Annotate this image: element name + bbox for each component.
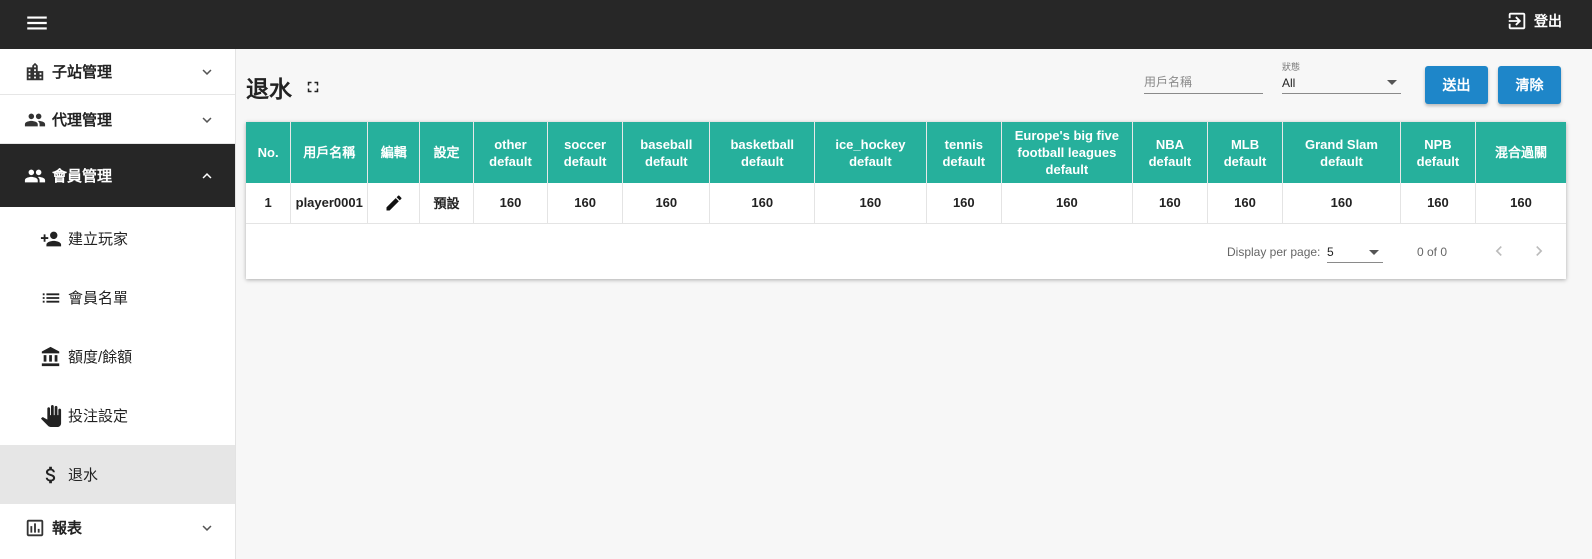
column-header[interactable]: Europe's big five football leagues defau… (1001, 122, 1133, 183)
rebate-table-card: No. 用戶名稱 編輯 設定 other default soccer defa… (246, 122, 1566, 279)
sidebar-item-label: 會員名單 (68, 290, 129, 307)
sidebar-item-credit-balance[interactable]: 額度/餘額 (0, 327, 235, 386)
column-header[interactable]: 用戶名稱 (290, 122, 369, 183)
row-username: player0001 (290, 183, 369, 224)
column-header[interactable]: NBA default (1132, 122, 1208, 183)
rebate-value: 160 (709, 183, 816, 224)
column-header[interactable]: tennis default (926, 122, 1002, 183)
logout-icon (1508, 12, 1526, 30)
page-title: 退水 (246, 76, 292, 102)
sidebar-group-label: 報表 (52, 520, 83, 537)
rebate-value: 160 (1132, 183, 1208, 224)
hand-icon (40, 404, 62, 427)
clear-button[interactable]: 清除 (1498, 66, 1561, 104)
chevron-down-icon (202, 68, 212, 75)
sidebar-group-subsite[interactable]: 子站管理 (0, 49, 235, 95)
column-header[interactable]: other default (473, 122, 549, 183)
rebate-table: No. 用戶名稱 編輯 設定 other default soccer defa… (246, 122, 1566, 224)
edit-pencil-icon[interactable] (384, 193, 404, 213)
rebate-value: 160 (1282, 183, 1401, 224)
username-search-input[interactable] (1144, 70, 1263, 94)
sidebar-group-report[interactable]: 報表 (0, 502, 235, 552)
per-page-value: 5 (1327, 245, 1334, 259)
person-add-icon (40, 231, 62, 246)
people-icon (24, 113, 46, 126)
status-select-value: All (1282, 76, 1296, 90)
logout-button[interactable]: 登出 (1506, 8, 1562, 34)
column-header[interactable]: baseball default (622, 122, 711, 183)
bar-chart-icon (26, 519, 44, 536)
submit-button[interactable]: 送出 (1425, 66, 1488, 104)
sidebar-item-create-player[interactable]: 建立玩家 (0, 209, 235, 268)
hamburger-menu-icon[interactable] (24, 10, 50, 36)
dropdown-arrow-icon (1369, 250, 1379, 255)
per-page-select[interactable]: 5 (1327, 241, 1383, 263)
status-select[interactable]: All (1282, 72, 1401, 94)
sidebar: 子站管理 代理管理 會員管理 建立玩家 會員名單 額度/餘額 投注設定 退水 報… (0, 49, 236, 559)
bank-icon (41, 346, 60, 366)
rebate-value: 160 (547, 183, 624, 224)
column-header[interactable]: No. (246, 122, 292, 183)
row-setting: 預設 (419, 183, 474, 224)
table-header-row: No. 用戶名稱 編輯 設定 other default soccer defa… (246, 122, 1566, 183)
sidebar-group-label: 子站管理 (52, 64, 113, 81)
edit-cell (367, 183, 421, 224)
column-header[interactable]: NPB default (1400, 122, 1477, 183)
list-icon (42, 292, 60, 303)
sidebar-group-label: 代理管理 (52, 112, 113, 129)
sidebar-item-label: 建立玩家 (68, 231, 129, 248)
column-header[interactable]: 編輯 (367, 122, 421, 183)
sidebar-group-member[interactable]: 會員管理 (0, 144, 235, 207)
chevron-up-icon (202, 172, 212, 179)
table-row: 1 player0001 預設 160 160 160 160 160 160 … (246, 183, 1566, 224)
column-header[interactable]: ice_hockey default (814, 122, 927, 183)
column-header[interactable]: soccer default (547, 122, 624, 183)
sidebar-item-rebate[interactable]: 退水 (0, 445, 235, 504)
column-header[interactable]: MLB default (1207, 122, 1284, 183)
per-page-label: Display per page: (1227, 245, 1321, 259)
sidebar-group-agent[interactable]: 代理管理 (0, 96, 235, 144)
dropdown-arrow-icon (1387, 80, 1397, 85)
column-header[interactable]: 設定 (419, 122, 474, 183)
column-header[interactable]: Grand Slam default (1282, 122, 1401, 183)
chevron-down-icon (202, 116, 212, 123)
rebate-value: 160 (473, 183, 549, 224)
sidebar-item-label: 額度/餘額 (68, 349, 133, 366)
rebate-value: 160 (622, 183, 711, 224)
rebate-value: 160 (1400, 183, 1477, 224)
sidebar-group-label: 會員管理 (52, 168, 113, 185)
sidebar-item-label: 投注設定 (68, 408, 129, 425)
top-app-bar: 登出 (0, 0, 1592, 49)
sidebar-item-label: 退水 (68, 467, 99, 484)
rebate-value: 160 (1001, 183, 1133, 224)
row-number: 1 (246, 183, 292, 224)
next-page-icon[interactable] (1529, 241, 1549, 261)
rebate-value: 160 (814, 183, 927, 224)
prev-page-icon[interactable] (1489, 241, 1509, 261)
chevron-down-icon (202, 524, 212, 531)
people-icon (24, 169, 46, 182)
fullscreen-icon[interactable] (304, 78, 322, 96)
logout-label: 登出 (1534, 13, 1562, 29)
column-header[interactable]: 混合過關 (1475, 122, 1566, 183)
dollar-icon (45, 466, 56, 483)
building-icon (26, 62, 44, 80)
page-count: 0 of 0 (1417, 245, 1448, 259)
sidebar-item-bet-settings[interactable]: 投注設定 (0, 386, 235, 445)
rebate-value: 160 (1475, 183, 1566, 224)
rebate-value: 160 (926, 183, 1002, 224)
pagination: Display per page: 5 0 of 0 (246, 223, 1566, 279)
rebate-value: 160 (1207, 183, 1284, 224)
column-header[interactable]: basketball default (709, 122, 816, 183)
sidebar-item-member-list[interactable]: 會員名單 (0, 268, 235, 327)
